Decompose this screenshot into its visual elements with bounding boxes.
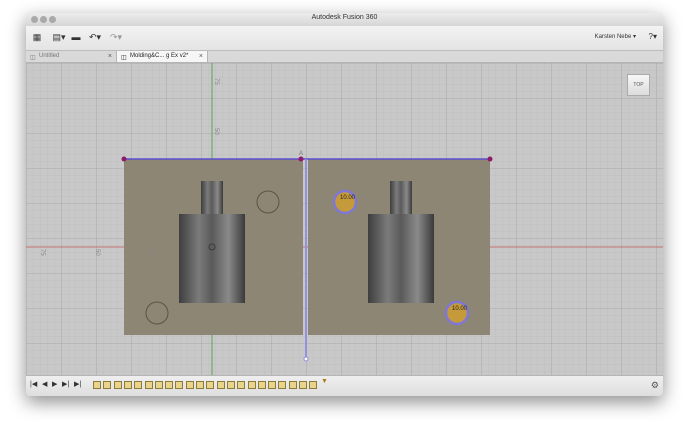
- sketch-point[interactable]: [487, 156, 493, 162]
- sprue-pocket[interactable]: [390, 181, 412, 215]
- sketch-point[interactable]: [298, 156, 304, 162]
- close-icon[interactable]: ×: [199, 51, 203, 62]
- step-forward-icon[interactable]: ▶|: [62, 380, 69, 388]
- tab-molding[interactable]: ◫ Molding&C... g Ex v2* ×: [117, 51, 208, 62]
- document-tab-bar: ◫ Untitled × ◫ Molding&C... g Ex v2* ×: [26, 51, 663, 63]
- timeline-feature-icon[interactable]: [309, 381, 318, 389]
- design-canvas[interactable]: 10.00 10.00 A 75 50 75 50 25 TOP: [26, 63, 663, 375]
- cavity-pocket[interactable]: [368, 214, 434, 303]
- timeline-feature-icon[interactable]: [185, 381, 194, 389]
- timeline-feature-icon[interactable]: [93, 381, 101, 389]
- sprue-pocket[interactable]: [201, 181, 223, 215]
- timeline-feature-icon[interactable]: [216, 381, 225, 389]
- timeline-feature-icon[interactable]: [196, 381, 204, 389]
- timeline-feature-icon[interactable]: [134, 381, 143, 389]
- timeline-feature-icon[interactable]: [175, 381, 184, 389]
- timeline-feature-icon[interactable]: [154, 381, 163, 389]
- timeline-feature-icon[interactable]: [103, 381, 112, 389]
- ruler-label: 75: [39, 249, 45, 256]
- dimension-label[interactable]: 10.00: [340, 195, 356, 201]
- timeline-feature-icon[interactable]: [278, 381, 287, 389]
- help-icon[interactable]: ?▾: [649, 32, 657, 41]
- tab-label: Molding&C... g Ex v2*: [130, 53, 189, 59]
- window-title: Autodesk Fusion 360: [311, 14, 378, 21]
- timeline-feature-icon[interactable]: [299, 381, 307, 389]
- skip-end-icon[interactable]: ▶|: [74, 380, 81, 388]
- timeline-feature-icon[interactable]: [226, 381, 235, 389]
- timeline-bar: |◀ ◀ ▶ ▶| ▶| ▼ ⚙: [26, 375, 663, 396]
- skip-start-icon[interactable]: |◀: [30, 380, 37, 388]
- ruler-label: 75: [213, 78, 219, 85]
- undo-icon[interactable]: ↶▾: [88, 31, 102, 44]
- close-icon[interactable]: ×: [108, 51, 112, 62]
- canvas-svg: 10.00 10.00 A 75 50 75 50 25: [26, 63, 663, 375]
- grid-apps-icon[interactable]: ▦: [30, 31, 44, 44]
- timeline-feature-icon[interactable]: [257, 381, 266, 389]
- title-bar: Autodesk Fusion 360: [26, 13, 663, 27]
- timeline-feature-icon[interactable]: [288, 381, 297, 389]
- viewcube[interactable]: TOP: [627, 74, 650, 96]
- timeline-feature-icon[interactable]: [237, 381, 246, 389]
- tab-label: Untitled: [39, 53, 60, 59]
- ruler-label: 50: [94, 249, 100, 256]
- play-icon[interactable]: ▶: [52, 380, 57, 388]
- timeline-marker-icon[interactable]: ▼: [321, 378, 328, 385]
- redo-icon[interactable]: ↷▾: [109, 31, 123, 44]
- file-icon[interactable]: ▤▾: [52, 31, 66, 44]
- toolbar: ▦ ▤▾ ▬ ↶▾ ↷▾ Karsten Nebe ▾ ?▾: [26, 26, 663, 51]
- timeline-feature-icon[interactable]: [144, 381, 153, 389]
- dimension-label[interactable]: 10.00: [452, 306, 468, 312]
- timeline-feature-icon[interactable]: [206, 381, 215, 389]
- step-back-icon[interactable]: ◀: [42, 380, 47, 388]
- app-window: Autodesk Fusion 360 ▦ ▤▾ ▬ ↶▾ ↷▾ Karsten…: [26, 13, 663, 396]
- ruler-label: 50: [213, 128, 219, 135]
- timeline-feature-icon[interactable]: [247, 381, 256, 389]
- constraint-marker: A: [299, 151, 303, 157]
- timeline-feature-icon[interactable]: [123, 381, 132, 389]
- cavity-pocket[interactable]: [179, 214, 245, 303]
- tab-untitled[interactable]: ◫ Untitled ×: [26, 51, 117, 62]
- sketch-point[interactable]: [121, 156, 127, 162]
- timeline-feature-icon[interactable]: [268, 381, 277, 389]
- ruler-label: 25: [149, 249, 155, 256]
- gear-icon[interactable]: ⚙: [651, 380, 659, 391]
- timeline-feature-icon[interactable]: [165, 381, 174, 389]
- timeline-feature-icon[interactable]: [113, 381, 122, 389]
- user-menu[interactable]: Karsten Nebe ▾: [595, 33, 636, 40]
- save-icon[interactable]: ▬: [71, 31, 81, 44]
- sketch-point[interactable]: [303, 356, 309, 362]
